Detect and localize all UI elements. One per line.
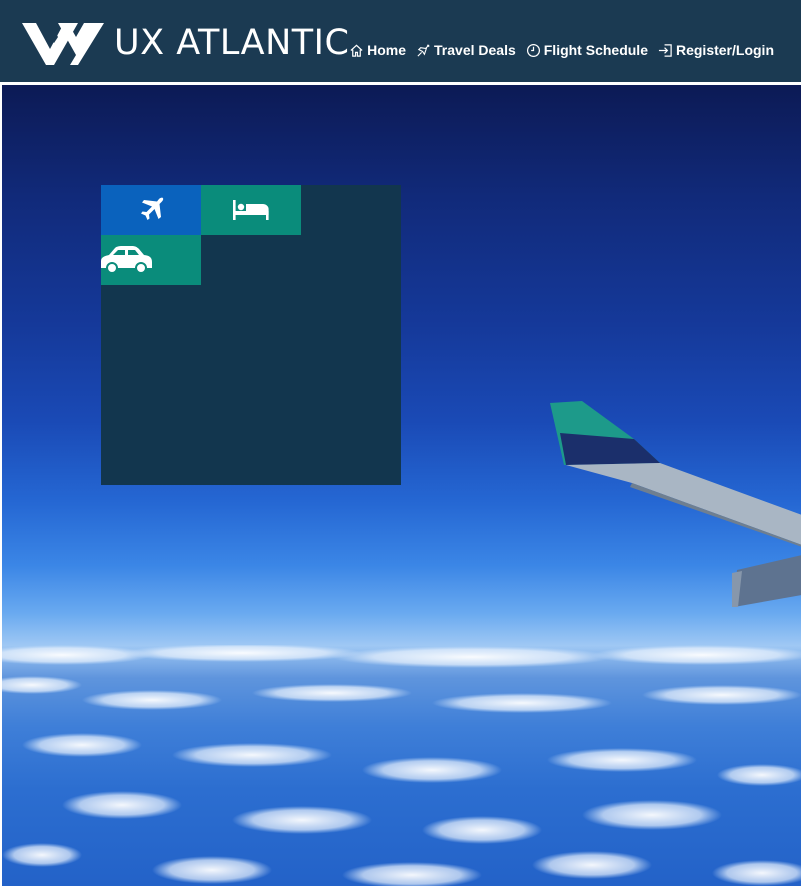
hero-sky-image <box>2 85 801 886</box>
home-icon <box>349 43 364 58</box>
car-icon <box>101 246 152 274</box>
nav-register-login-label: Register/Login <box>675 42 774 58</box>
bed-icon <box>233 200 269 220</box>
clouds-layer <box>2 645 801 886</box>
brand-logo[interactable]: UX ATLANTIC <box>20 18 349 68</box>
tab-flights[interactable] <box>101 185 201 235</box>
booking-widget <box>101 185 401 485</box>
airplane-icon <box>416 43 431 58</box>
nav-register-login[interactable]: Register/Login <box>658 42 774 58</box>
clock-icon <box>526 43 541 58</box>
double-v-logo-icon <box>22 23 104 65</box>
nav-travel-deals[interactable]: Travel Deals <box>416 42 516 58</box>
airplane-wing-image <box>550 401 801 607</box>
nav-flight-schedule-label: Flight Schedule <box>543 42 648 58</box>
page: UX ATLANTIC Home Travel Deals Flight Sch… <box>0 0 801 886</box>
sign-in-icon <box>658 43 673 58</box>
main-nav: Home Travel Deals Flight Schedule Regist… <box>349 42 774 58</box>
nav-flight-schedule[interactable]: Flight Schedule <box>526 42 648 58</box>
tab-cars[interactable] <box>101 235 201 285</box>
nav-travel-deals-label: Travel Deals <box>434 42 516 58</box>
nav-home[interactable]: Home <box>349 42 406 58</box>
site-header: UX ATLANTIC Home Travel Deals Flight Sch… <box>0 0 801 82</box>
airplane-icon <box>141 197 164 220</box>
nav-home-label: Home <box>367 42 407 58</box>
brand-name: UX ATLANTIC <box>114 23 350 63</box>
tab-hotels[interactable] <box>201 185 301 235</box>
